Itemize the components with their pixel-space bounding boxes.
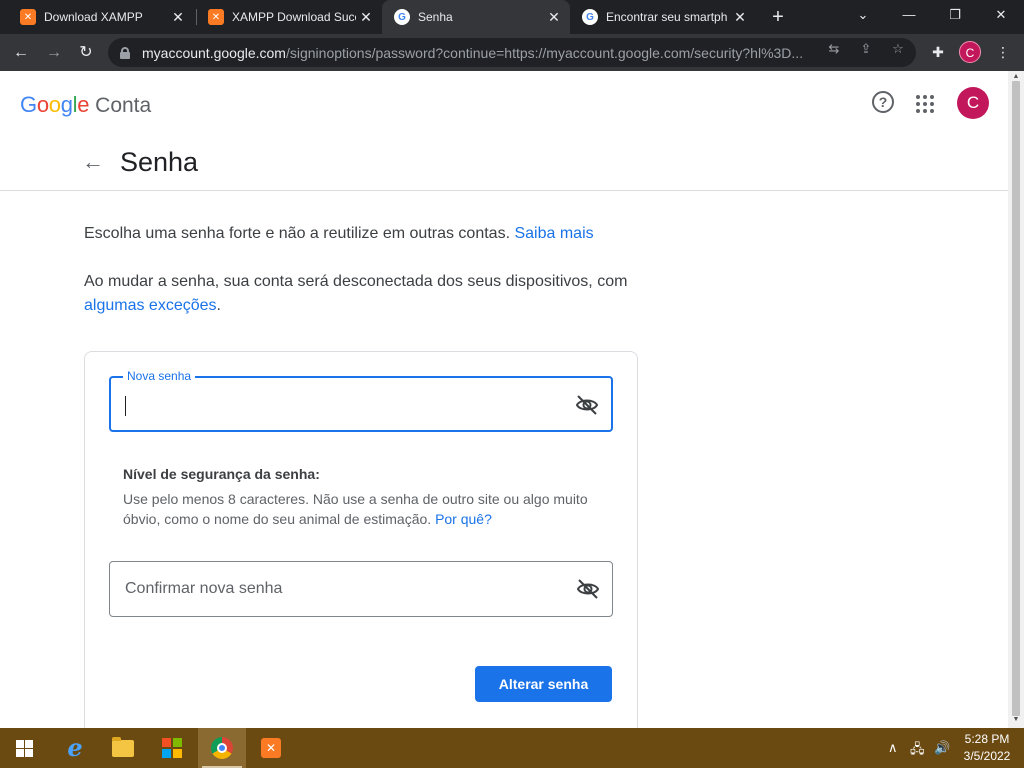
back-arrow-icon[interactable]: ← xyxy=(82,151,104,173)
scroll-up-arrow-icon[interactable]: ▲ xyxy=(1012,73,1020,80)
google-wordmark: Google xyxy=(20,92,89,118)
restore-button[interactable]: ❐ xyxy=(932,0,978,30)
network-icon[interactable]: 🖧 xyxy=(910,740,925,762)
new-tab-button[interactable]: + xyxy=(766,5,790,29)
xampp-icon: ✕ xyxy=(261,738,281,758)
close-icon[interactable]: ✕ xyxy=(358,9,374,25)
volume-icon[interactable]: 🔊 xyxy=(934,740,950,756)
confirm-password-field[interactable]: Confirmar nova senha xyxy=(109,561,613,617)
new-password-label: Nova senha xyxy=(123,369,196,383)
tab-senha[interactable]: G Senha ✕ xyxy=(382,0,570,34)
tab-title: Encontrar seu smartph xyxy=(606,10,728,24)
address-bar[interactable]: myaccount.google.com/signinoptions/passw… xyxy=(108,38,916,67)
text-caret xyxy=(125,396,126,416)
scroll-down-arrow-icon[interactable]: ▼ xyxy=(1012,716,1020,723)
warning-text: Ao mudar a senha, sua conta será descone… xyxy=(84,273,628,290)
close-icon[interactable]: ✕ xyxy=(732,9,748,25)
internet-explorer-icon: e xyxy=(67,733,83,762)
account-avatar[interactable]: C xyxy=(957,87,989,119)
apps-grid-icon[interactable] xyxy=(916,95,934,113)
hide-password-eye-icon[interactable] xyxy=(576,578,600,600)
clock-time: 5:28 PM xyxy=(964,732,1010,746)
warning-end: . xyxy=(216,297,221,314)
browser-profile-avatar[interactable]: C xyxy=(959,41,981,63)
tab-title: Download XAMPP xyxy=(44,10,143,24)
browser-toolbar: ← → ↻ myaccount.google.com/signinoptions… xyxy=(0,34,1024,71)
folder-icon xyxy=(112,736,134,757)
extensions-puzzle-icon[interactable]: ✚ xyxy=(929,43,947,61)
tab-strip: ✕ Download XAMPP ✕ ✕ XAMPP Download Succ… xyxy=(0,0,1024,34)
google-icon: G xyxy=(582,9,598,25)
microsoft-store-button[interactable] xyxy=(148,728,196,768)
close-icon[interactable]: ✕ xyxy=(170,9,186,25)
forward-button[interactable]: → xyxy=(41,40,67,66)
xampp-icon: ✕ xyxy=(20,9,36,25)
chrome-taskbar-button[interactable] xyxy=(198,728,246,768)
lock-icon[interactable] xyxy=(120,46,130,59)
close-icon[interactable]: ✕ xyxy=(546,9,562,25)
why-link[interactable]: Por quê? xyxy=(435,511,492,527)
clock-date: 3/5/2022 xyxy=(963,749,1011,763)
windows-logo-icon xyxy=(15,739,33,757)
change-password-button[interactable]: Alterar senha xyxy=(475,666,612,702)
google-icon: G xyxy=(394,9,410,25)
internet-explorer-button[interactable]: e xyxy=(51,728,99,768)
product-name: Conta xyxy=(95,94,152,117)
minimize-button[interactable]: — xyxy=(886,0,932,30)
tab-title: XAMPP Download Succ xyxy=(232,10,356,24)
tab-xampp-download-success[interactable]: ✕ XAMPP Download Succ ✕ xyxy=(196,0,382,34)
new-password-field[interactable]: Nova senha xyxy=(109,369,613,432)
intro-paragraph: Escolha uma senha forte e não a reutiliz… xyxy=(84,222,644,246)
translate-icon[interactable]: ⇆ xyxy=(826,41,842,57)
hide-password-eye-icon[interactable] xyxy=(575,394,599,416)
tab-title: Senha xyxy=(418,10,453,24)
bookmark-star-icon[interactable]: ☆ xyxy=(890,41,906,57)
start-button[interactable] xyxy=(0,728,48,768)
exceptions-link[interactable]: algumas exceções xyxy=(84,297,217,314)
strength-description: Use pelo menos 8 caracteres. Não use a s… xyxy=(123,489,613,529)
system-clock[interactable]: 5:28 PM 3/5/2022 xyxy=(960,731,1014,765)
chrome-icon xyxy=(211,737,233,759)
header-divider xyxy=(0,190,1008,191)
google-account-logo[interactable]: Google Conta xyxy=(20,92,151,118)
share-icon[interactable]: ⇪ xyxy=(858,41,874,57)
xampp-icon: ✕ xyxy=(208,9,224,25)
store-icon xyxy=(162,738,182,758)
strength-text: Use pelo menos 8 caracteres. Não use a s… xyxy=(123,491,588,527)
menu-kebab-icon[interactable]: ⋮ xyxy=(994,43,1012,61)
logo-letter: o xyxy=(36,92,49,117)
tab-encontrar-smartphone[interactable]: G Encontrar seu smartph ✕ xyxy=(570,0,756,34)
page-title: Senha xyxy=(120,147,199,177)
help-icon[interactable]: ? xyxy=(872,91,894,113)
reload-button[interactable]: ↻ xyxy=(73,40,99,66)
learn-more-link[interactable]: Saiba mais xyxy=(514,225,593,242)
windows-taskbar: e ✕ ∧ 🖧 🔊 5:28 PM 3/5/2022 xyxy=(0,728,1024,768)
tab-search-chevron-icon[interactable]: ⌄ xyxy=(840,0,886,30)
logo-letter: g xyxy=(60,92,73,117)
page-scrollbar[interactable]: ▲ ▼ xyxy=(1008,71,1024,728)
logo-letter: G xyxy=(20,92,37,117)
intro-text: Escolha uma senha forte e não a reutiliz… xyxy=(84,225,511,242)
show-hidden-icons-chevron-icon[interactable]: ∧ xyxy=(888,740,898,756)
logo-letter: e xyxy=(77,92,90,117)
warning-paragraph: Ao mudar a senha, sua conta será descone… xyxy=(84,270,644,318)
back-button[interactable]: ← xyxy=(8,40,34,66)
file-explorer-button[interactable] xyxy=(99,728,147,768)
confirm-password-placeholder: Confirmar nova senha xyxy=(125,580,283,597)
strength-title: Nível de segurança da senha: xyxy=(123,466,320,482)
logo-letter: o xyxy=(48,92,61,117)
tab-download-xampp[interactable]: ✕ Download XAMPP ✕ xyxy=(8,0,194,34)
url-text: myaccount.google.com/signinoptions/passw… xyxy=(142,44,804,61)
xampp-taskbar-button[interactable]: ✕ xyxy=(247,728,295,768)
window-close-button[interactable]: ✕ xyxy=(978,0,1024,30)
scrollbar-thumb[interactable] xyxy=(1012,81,1020,716)
